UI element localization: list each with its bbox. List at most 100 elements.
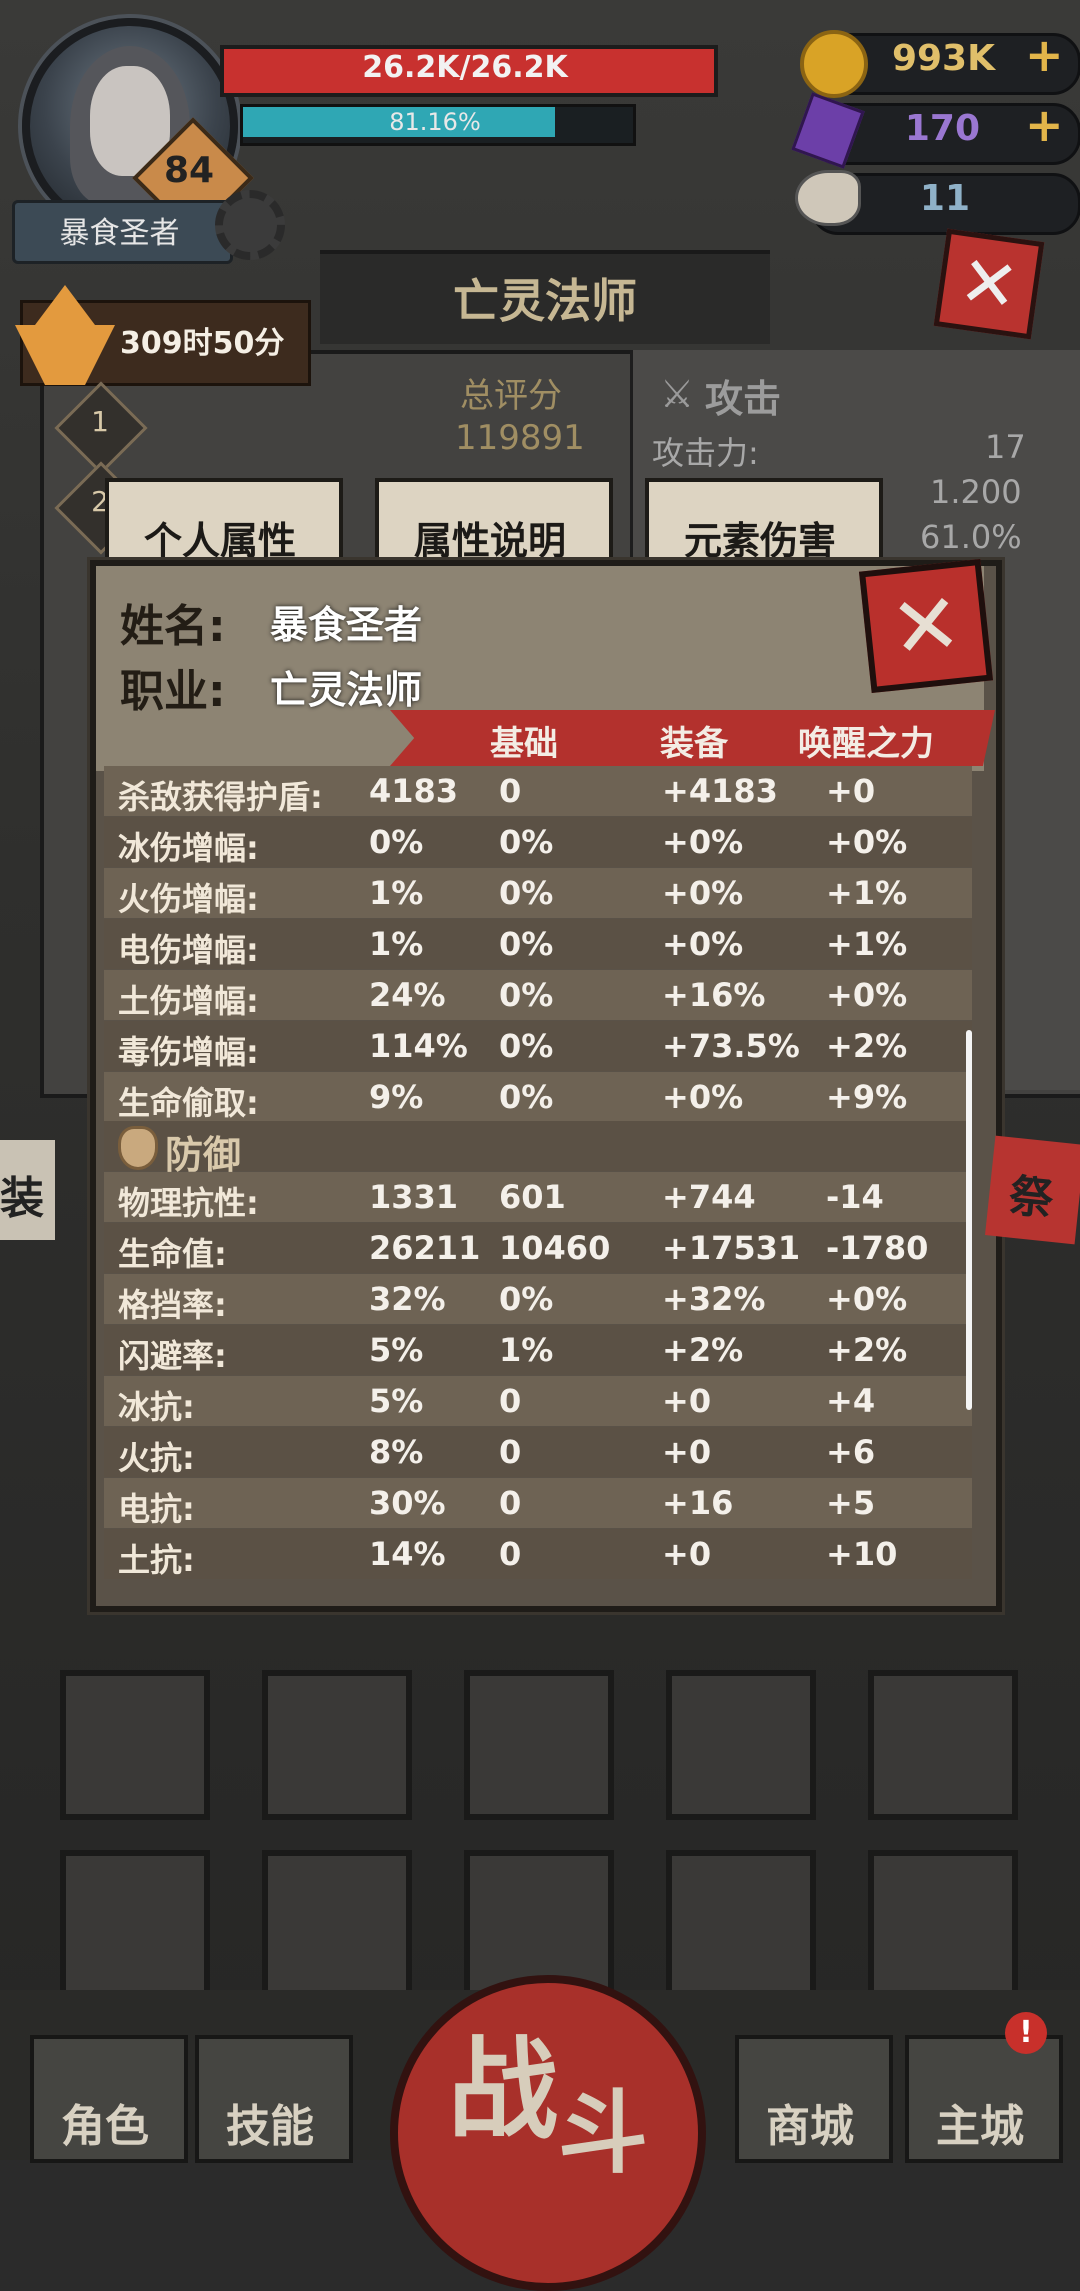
inventory-slot[interactable] <box>464 1670 614 1820</box>
notification-badge: ! <box>1005 2012 1047 2054</box>
add-gem-button[interactable]: + <box>1025 98 1064 152</box>
stat-row: 火伤增幅: 1% 0% +0% +1% <box>104 868 972 918</box>
inventory-slot[interactable] <box>262 1850 412 2000</box>
stat-base: 10460 <box>499 1229 611 1267</box>
modal-scrollbar[interactable] <box>966 1030 972 1410</box>
stat-equipment: +4183 <box>662 772 778 810</box>
stat-name: 杀敌获得护盾: <box>118 778 323 816</box>
sacrifice-side-tab[interactable]: 祭 <box>985 1135 1080 1245</box>
gear-icon[interactable] <box>215 190 285 260</box>
stat-name: 格挡率: <box>118 1286 227 1324</box>
stat-row: 闪避率: 5% 1% +2% +2% <box>104 1325 972 1375</box>
ram-value: 11 <box>919 178 970 219</box>
inventory-slot[interactable] <box>60 1850 210 2000</box>
stat-total: 24% <box>369 976 446 1014</box>
shield-icon <box>118 1126 158 1170</box>
stat-equipment: +744 <box>662 1178 756 1216</box>
stat-name: 生命值: <box>118 1235 227 1273</box>
exp-text: 81.16% <box>389 108 481 136</box>
modal-close-button[interactable]: ✕ <box>858 558 994 694</box>
column-header-base: 基础 <box>490 724 558 764</box>
stat-total: 9% <box>369 1078 424 1116</box>
stat-name: 生命偷取: <box>118 1084 259 1122</box>
tab-label: 属性说明 <box>413 519 566 563</box>
stat-total: 1% <box>369 925 424 963</box>
stat-base: 1% <box>499 1331 554 1369</box>
stat-total: 1331 <box>369 1178 459 1216</box>
close-button[interactable]: ✕ <box>933 228 1045 340</box>
equip-side-label: 装 <box>0 1173 44 1224</box>
stat-awakening: +1% <box>826 925 908 963</box>
inventory-slot[interactable] <box>868 1670 1018 1820</box>
stat-awakening: +10 <box>826 1535 898 1573</box>
player-name: 暴食圣者 <box>59 216 180 251</box>
inventory-slot[interactable] <box>666 1670 816 1820</box>
stat-base: 0% <box>499 976 554 1014</box>
stat-name: 火抗: <box>118 1439 195 1477</box>
add-gold-button[interactable]: + <box>1025 28 1064 82</box>
inventory-slot[interactable] <box>262 1670 412 1820</box>
stat-base: 0 <box>499 1433 522 1471</box>
stat-name: 闪避率: <box>118 1337 227 1375</box>
nav-skills-label: 技能 <box>226 2101 314 2152</box>
stat-row: 电抗: 30% 0 +16 +5 <box>104 1478 972 1528</box>
stat-awakening: -14 <box>826 1178 884 1216</box>
level-text: 84 <box>163 150 215 191</box>
stat-awakening: +0 <box>826 772 876 810</box>
stat-total: 0% <box>369 823 424 861</box>
gold-coin-icon <box>800 30 868 98</box>
stat-awakening: -1780 <box>826 1229 929 1267</box>
stat-base: 0 <box>499 772 522 810</box>
stat-awakening: +0% <box>826 1280 908 1318</box>
stat-row: 格挡率: 32% 0% +32% +0% <box>104 1274 972 1324</box>
stat-name: 冰伤增幅: <box>118 829 259 867</box>
inventory-slot[interactable] <box>868 1850 1018 2000</box>
attack-label: 攻击力: <box>652 434 759 472</box>
stat-total: 26211 <box>369 1229 481 1267</box>
stat-base: 601 <box>499 1178 566 1216</box>
stat-name: 火伤增幅: <box>118 880 259 918</box>
stat-row: 土伤增幅: 24% 0% +16% +0% <box>104 970 972 1020</box>
stat-name: 冰抗: <box>118 1388 195 1426</box>
inventory-slot[interactable] <box>666 1850 816 2000</box>
stat-base: 0 <box>499 1484 522 1522</box>
gem-value: 170 <box>904 108 980 149</box>
stat-equipment: +0 <box>662 1433 712 1471</box>
stat-name: 电抗: <box>118 1490 195 1528</box>
stat-total: 114% <box>369 1027 468 1065</box>
stat-equipment: +0% <box>662 1078 744 1116</box>
attack-value: 17 <box>985 428 1026 466</box>
stat-total: 8% <box>369 1433 424 1471</box>
inventory-slot[interactable] <box>60 1670 210 1820</box>
name-label: 姓名: <box>120 601 226 652</box>
stat-row: 生命偷取: 9% 0% +0% +9% <box>104 1072 972 1122</box>
stat-total: 14% <box>369 1535 446 1573</box>
stat-equipment: +2% <box>662 1331 744 1369</box>
attack-stat-value: 61.0% <box>920 518 1022 556</box>
crossed-swords-icon: ⚔ <box>660 372 695 416</box>
class-value: 亡灵法师 <box>270 668 423 712</box>
stat-equipment: +0% <box>662 874 744 912</box>
stat-name: 物理抗性: <box>118 1184 259 1222</box>
stat-equipment: +0 <box>662 1382 712 1420</box>
stat-total: 5% <box>369 1382 424 1420</box>
nav-character-label: 角色 <box>61 2101 149 2152</box>
attack-title: 攻击 <box>705 377 782 421</box>
stat-row: 冰抗: 5% 0 +0 +4 <box>104 1376 972 1426</box>
stat-name: 毒伤增幅: <box>118 1033 259 1071</box>
stat-awakening: +2% <box>826 1331 908 1369</box>
stat-awakening: +9% <box>826 1078 908 1116</box>
gold-value: 993K <box>891 38 995 79</box>
stat-row: 土抗: 14% 0 +0 +10 <box>104 1529 972 1579</box>
stat-base: 0 <box>499 1535 522 1573</box>
stat-total: 4183 <box>369 772 459 810</box>
stat-base: 0% <box>499 874 554 912</box>
equip-side-tab[interactable]: 装 <box>0 1140 55 1240</box>
stat-total: 32% <box>369 1280 446 1318</box>
stat-equipment: +73.5% <box>662 1027 800 1065</box>
stat-base: 0% <box>499 823 554 861</box>
stat-row: 冰伤增幅: 0% 0% +0% +0% <box>104 817 972 867</box>
battle-label-1: 战 <box>448 2026 558 2154</box>
column-header-awakening: 唤醒之力 <box>798 724 934 764</box>
stat-equipment: +32% <box>662 1280 766 1318</box>
